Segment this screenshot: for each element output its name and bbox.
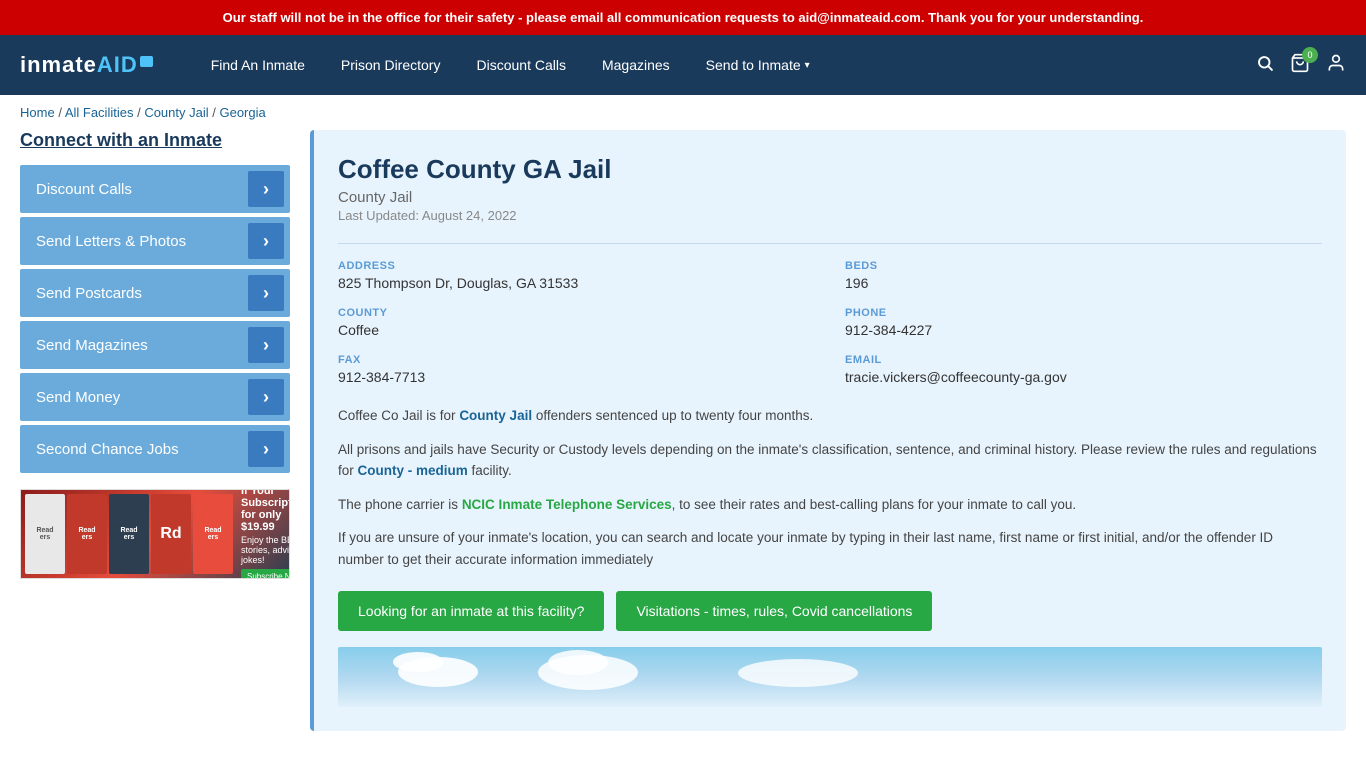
county-jail-link[interactable]: County Jail xyxy=(459,408,532,423)
ad-subscribe-button[interactable]: Subscribe Now xyxy=(241,569,290,580)
visitations-button[interactable]: Visitations - times, rules, Covid cancel… xyxy=(616,591,932,631)
sidebar: Connect with an Inmate Discount Calls › … xyxy=(20,130,290,731)
county-cell: COUNTY Coffee xyxy=(338,307,815,338)
fax-label: FAX xyxy=(338,354,815,366)
cloud-4 xyxy=(548,650,608,675)
cart-button[interactable]: 0 xyxy=(1290,53,1310,78)
sidebar-arrow-send-magazines: › xyxy=(248,327,284,363)
sidebar-title: Connect with an Inmate xyxy=(20,130,290,151)
sidebar-ad: Readers Readers Readers Rd Readers If Yo… xyxy=(20,489,290,579)
beds-value: 196 xyxy=(845,275,1322,291)
search-icon xyxy=(1256,54,1274,72)
county-medium-link[interactable]: County - medium xyxy=(358,463,468,478)
nav-icons: 0 xyxy=(1256,53,1346,78)
nav-discount-calls[interactable]: Discount Calls xyxy=(458,35,583,95)
nav-prison-directory[interactable]: Prison Directory xyxy=(323,35,459,95)
address-label: ADDRESS xyxy=(338,260,815,272)
user-button[interactable] xyxy=(1326,53,1346,78)
sidebar-item-second-chance-jobs[interactable]: Second Chance Jobs › xyxy=(20,425,290,473)
user-icon xyxy=(1326,53,1346,73)
facility-title: Coffee County GA Jail xyxy=(338,154,1322,185)
nav-magazines[interactable]: Magazines xyxy=(584,35,688,95)
main-layout: Connect with an Inmate Discount Calls › … xyxy=(0,130,1366,751)
facility-desc-4: If you are unsure of your inmate's locat… xyxy=(338,527,1322,570)
address-value: 825 Thompson Dr, Douglas, GA 31533 xyxy=(338,275,815,291)
county-label: COUNTY xyxy=(338,307,815,319)
email-label: EMAIL xyxy=(845,354,1322,366)
main-nav: Find An Inmate Prison Directory Discount… xyxy=(193,35,1256,95)
facility-desc-3: The phone carrier is NCIC Inmate Telepho… xyxy=(338,494,1322,516)
header: inmateAID® Find An Inmate Prison Directo… xyxy=(0,35,1366,95)
sidebar-arrow-send-postcards: › xyxy=(248,275,284,311)
breadcrumb: Home / All Facilities / County Jail / Ge… xyxy=(0,95,1366,130)
ad-text: If Your Subscription for only $19.99 Enj… xyxy=(237,489,290,579)
ad-title: If Your Subscription for only $19.99 xyxy=(241,489,290,533)
beds-label: BEDS xyxy=(845,260,1322,272)
ad-mag-1: Readers xyxy=(25,494,65,574)
info-grid: ADDRESS 825 Thompson Dr, Douglas, GA 315… xyxy=(338,260,1322,385)
cloud-5 xyxy=(738,659,858,687)
breadcrumb-county-jail[interactable]: County Jail xyxy=(144,105,208,120)
logo[interactable]: inmateAID® xyxy=(20,52,153,78)
breadcrumb-georgia[interactable]: Georgia xyxy=(219,105,265,120)
looking-for-inmate-button[interactable]: Looking for an inmate at this facility? xyxy=(338,591,604,631)
action-buttons: Looking for an inmate at this facility? … xyxy=(338,591,1322,631)
phone-label: PHONE xyxy=(845,307,1322,319)
nav-find-inmate[interactable]: Find An Inmate xyxy=(193,35,323,95)
sidebar-item-send-money[interactable]: Send Money › xyxy=(20,373,290,421)
facility-updated: Last Updated: August 24, 2022 xyxy=(338,208,1322,223)
breadcrumb-all-facilities[interactable]: All Facilities xyxy=(65,105,134,120)
address-cell: ADDRESS 825 Thompson Dr, Douglas, GA 315… xyxy=(338,260,815,291)
beds-cell: BEDS 196 xyxy=(845,260,1322,291)
county-value: Coffee xyxy=(338,322,815,338)
ad-mag-rd: Rd xyxy=(151,494,191,574)
ad-inner: Readers Readers Readers Rd Readers If Yo… xyxy=(21,490,289,578)
sidebar-item-send-postcards[interactable]: Send Postcards › xyxy=(20,269,290,317)
phone-value: 912-384-4227 xyxy=(845,322,1322,338)
ad-subtitle: Enjoy the BEST stories, advice & jokes! xyxy=(241,535,290,565)
sidebar-item-discount-calls[interactable]: Discount Calls › xyxy=(20,165,290,213)
sidebar-arrow-discount-calls: › xyxy=(248,171,284,207)
alert-banner: Our staff will not be in the office for … xyxy=(0,0,1366,35)
sidebar-arrow-second-chance: › xyxy=(248,431,284,467)
facility-content: Coffee County GA Jail County Jail Last U… xyxy=(310,130,1346,731)
send-to-inmate-dropdown-arrow: ▾ xyxy=(805,60,810,71)
phone-cell: PHONE 912-384-4227 xyxy=(845,307,1322,338)
ad-magazines: Readers Readers Readers Rd Readers xyxy=(21,490,237,578)
sidebar-item-send-letters-photos[interactable]: Send Letters & Photos › xyxy=(20,217,290,265)
facility-desc-1: Coffee Co Jail is for County Jail offend… xyxy=(338,405,1322,427)
alert-text: Our staff will not be in the office for … xyxy=(223,10,1144,25)
sidebar-menu: Discount Calls › Send Letters & Photos ›… xyxy=(20,165,290,473)
facility-sky-image xyxy=(338,647,1322,707)
ad-mag-3: Readers xyxy=(109,494,149,574)
facility-desc-2: All prisons and jails have Security or C… xyxy=(338,439,1322,482)
info-divider xyxy=(338,243,1322,244)
facility-subtitle: County Jail xyxy=(338,189,1322,206)
fax-value: 912-384-7713 xyxy=(338,369,815,385)
cart-count: 0 xyxy=(1302,47,1318,63)
breadcrumb-home[interactable]: Home xyxy=(20,105,55,120)
fax-cell: FAX 912-384-7713 xyxy=(338,354,815,385)
cloud-2 xyxy=(393,652,443,672)
ad-mag-5: Readers xyxy=(193,494,233,574)
sidebar-arrow-send-letters: › xyxy=(248,223,284,259)
ncic-link[interactable]: NCIC Inmate Telephone Services xyxy=(462,497,672,512)
search-button[interactable] xyxy=(1256,54,1274,77)
email-cell: EMAIL tracie.vickers@coffeecounty-ga.gov xyxy=(845,354,1322,385)
email-value: tracie.vickers@coffeecounty-ga.gov xyxy=(845,369,1322,385)
ad-mag-2: Readers xyxy=(67,494,107,574)
nav-send-to-inmate[interactable]: Send to Inmate ▾ xyxy=(688,35,828,95)
sidebar-arrow-send-money: › xyxy=(248,379,284,415)
sidebar-item-send-magazines[interactable]: Send Magazines › xyxy=(20,321,290,369)
